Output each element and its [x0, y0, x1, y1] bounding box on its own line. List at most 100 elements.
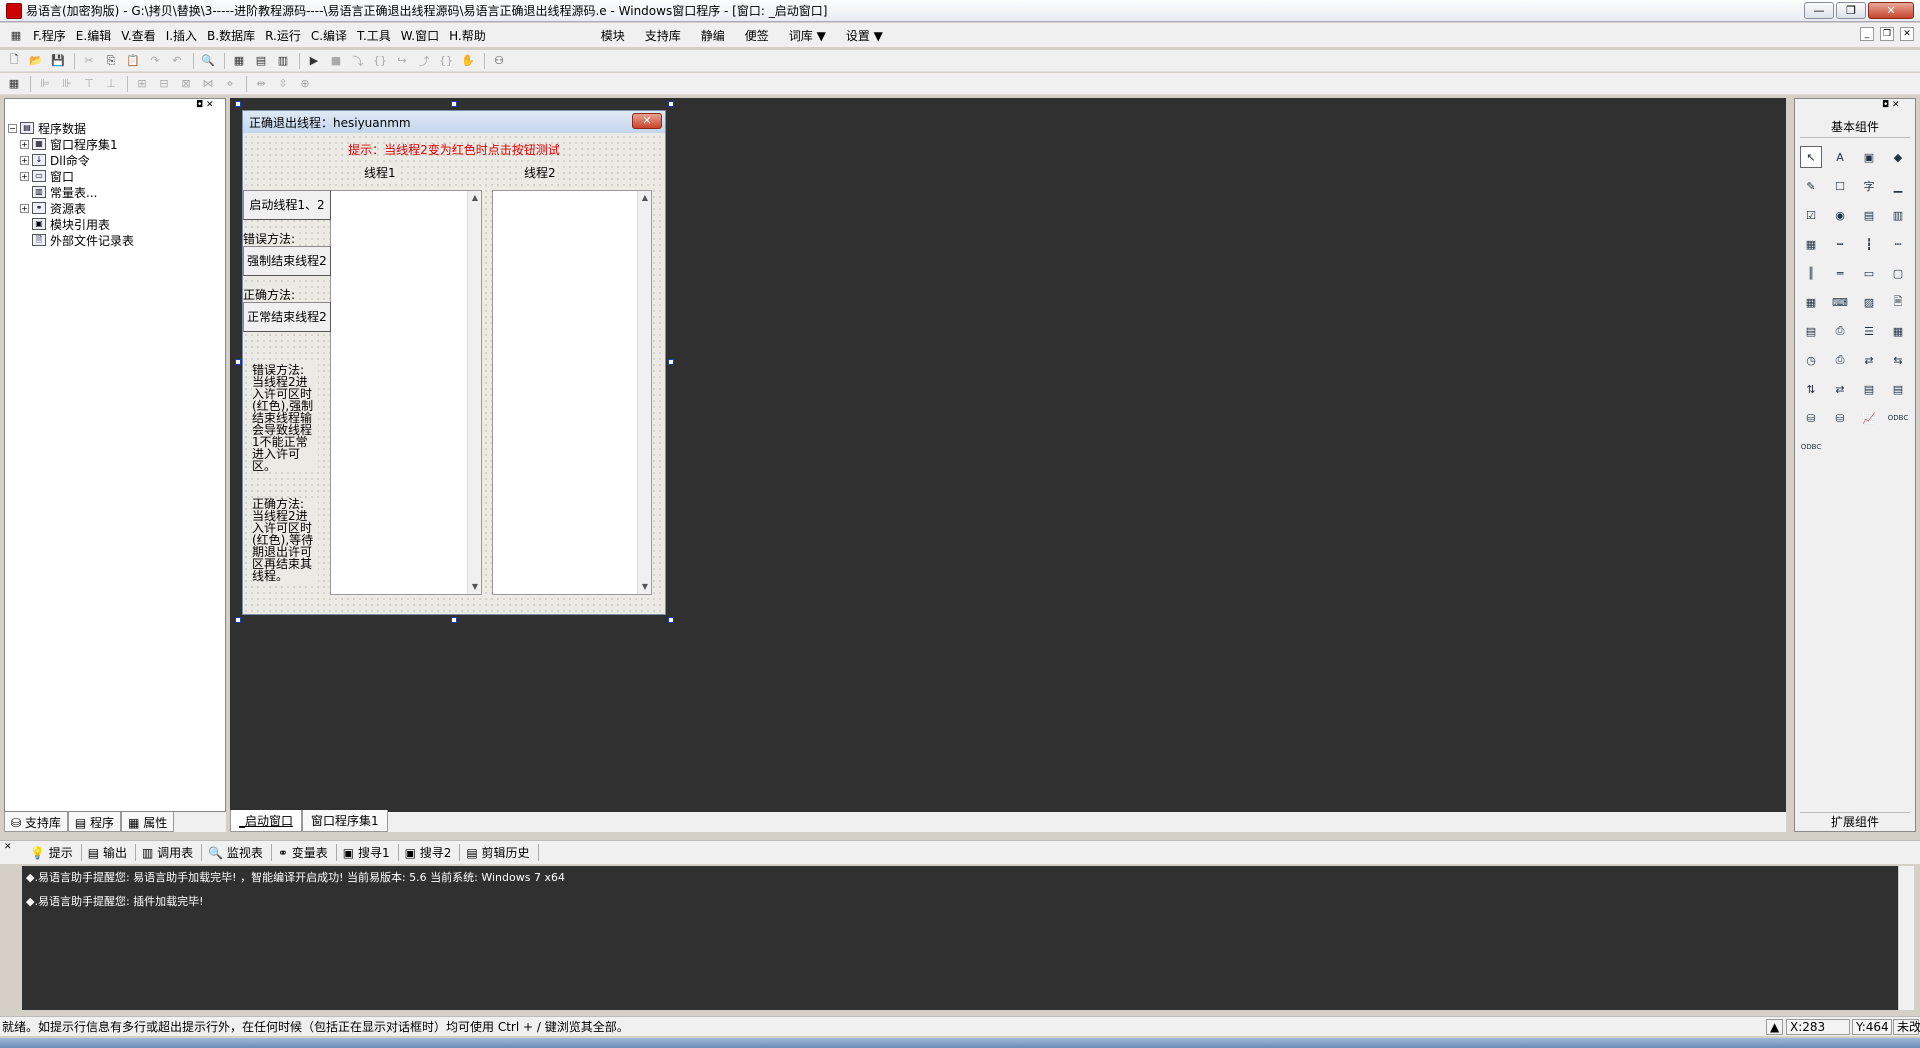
- chart-icon[interactable]: 📈: [1858, 407, 1880, 429]
- folder-icon[interactable]: ▨: [1858, 291, 1880, 313]
- thread1-listbox[interactable]: ▲ ▼: [330, 190, 482, 595]
- step4-icon[interactable]: ⤴: [414, 52, 434, 70]
- resize-handle[interactable]: [451, 101, 457, 107]
- richedit-icon[interactable]: ▤: [1887, 378, 1909, 400]
- step1-icon[interactable]: ⤵: [348, 52, 368, 70]
- thread2-listbox[interactable]: ▲ ▼: [492, 190, 652, 595]
- menu-program[interactable]: F.程序: [28, 27, 71, 44]
- picture-icon[interactable]: ▣: [1858, 146, 1880, 168]
- doc-close-icon[interactable]: ✕: [1900, 27, 1914, 41]
- table-icon[interactable]: ▤: [1800, 320, 1822, 342]
- tab-search2[interactable]: ▣ 搜寻2: [399, 844, 461, 861]
- tray-icon[interactable]: ⎙: [1829, 320, 1851, 342]
- scroll-down-icon[interactable]: ▼: [638, 580, 652, 594]
- grid-icon[interactable]: ▦: [4, 75, 24, 93]
- server-icon[interactable]: ⇄: [1829, 378, 1851, 400]
- align-bottom-icon[interactable]: ⊥: [101, 75, 121, 93]
- odbc2-icon[interactable]: ODBC: [1800, 436, 1822, 458]
- menu-static-compile[interactable]: 静编: [691, 27, 735, 44]
- tree-item-modules[interactable]: ▣ 模块引用表: [8, 216, 134, 232]
- center-v-icon[interactable]: ⇳: [273, 75, 293, 93]
- tab-watch[interactable]: 🔍 监视表: [202, 844, 272, 861]
- scroll-down-icon[interactable]: ▼: [468, 580, 482, 594]
- net-icon[interactable]: ⇄: [1858, 349, 1880, 371]
- tree-icon[interactable]: ☰: [1858, 320, 1880, 342]
- tab-icon[interactable]: ▭: [1858, 262, 1880, 284]
- menu-view[interactable]: V.查看: [116, 27, 160, 44]
- status-up-icon[interactable]: ▲: [1766, 1019, 1784, 1035]
- db-icon[interactable]: ⛁: [1800, 407, 1822, 429]
- printer-icon[interactable]: ⎙: [1829, 349, 1851, 371]
- hscroll-icon[interactable]: ┉: [1887, 233, 1909, 255]
- layout2-icon[interactable]: ▤: [251, 52, 271, 70]
- output-scrollbar[interactable]: [1898, 866, 1914, 1010]
- normal-end-thread2-button[interactable]: 正常结束线程2: [243, 302, 331, 332]
- combo-icon[interactable]: ▥: [1887, 204, 1909, 226]
- center-both-icon[interactable]: ⊕: [295, 75, 315, 93]
- odbc-icon[interactable]: ODBC: [1887, 407, 1909, 429]
- step5-icon[interactable]: {}: [436, 52, 456, 70]
- frame-icon[interactable]: ▢: [1887, 262, 1909, 284]
- tab-program[interactable]: ▤ 程序: [67, 812, 122, 832]
- output-body[interactable]: ◆.易语言助手提醒您: 易语言助手加载完毕! ，智能编译开启成功! 当前易版本:…: [22, 866, 1898, 1010]
- panel-pin-icon[interactable]: ◘ ✕: [196, 100, 214, 110]
- open-file-icon[interactable]: 📂: [26, 52, 46, 70]
- slider-icon[interactable]: ═: [1829, 262, 1851, 284]
- timer-icon[interactable]: ◷: [1800, 349, 1822, 371]
- scrollbar-icon[interactable]: ┇: [1858, 233, 1880, 255]
- shape-icon[interactable]: ◆: [1887, 146, 1909, 168]
- same-height-icon[interactable]: ⊟: [154, 75, 174, 93]
- char-icon[interactable]: 字: [1858, 175, 1880, 197]
- menu-support-lib[interactable]: 支持库: [635, 27, 691, 44]
- minimize-button[interactable]: —: [1804, 2, 1834, 19]
- menu-edit[interactable]: E.编辑: [71, 27, 116, 44]
- scroll-up-icon[interactable]: ▲: [638, 191, 652, 205]
- socket-icon[interactable]: ⇆: [1887, 349, 1909, 371]
- tree-item-dll[interactable]: + ↓ Dll命令: [8, 152, 134, 168]
- layout1-icon[interactable]: ▦: [229, 52, 249, 70]
- layout3-icon[interactable]: ▥: [273, 52, 293, 70]
- menu-window[interactable]: W.窗口: [396, 27, 444, 44]
- menu-tools[interactable]: T.工具: [352, 27, 396, 44]
- scroll-up-icon[interactable]: ▲: [468, 191, 482, 205]
- menu-database[interactable]: B.数据库: [202, 27, 260, 44]
- hand-icon[interactable]: ✋: [458, 52, 478, 70]
- new-file-icon[interactable]: 🗋: [4, 52, 24, 70]
- basic-components-header[interactable]: 基本组件: [1800, 118, 1910, 138]
- align-top-icon[interactable]: ⊤: [79, 75, 99, 93]
- v-space-icon[interactable]: ⋄: [220, 75, 240, 93]
- menu-insert[interactable]: I.插入: [161, 27, 202, 44]
- run-icon[interactable]: ▶: [304, 52, 324, 70]
- copy-icon[interactable]: ⎘: [101, 52, 121, 70]
- tab-call-stack[interactable]: ▥ 调用表: [136, 844, 203, 861]
- resize-handle[interactable]: [235, 101, 241, 107]
- align-left-icon[interactable]: ⊫: [35, 75, 55, 93]
- resize-handle[interactable]: [668, 101, 674, 107]
- menu-run[interactable]: R.运行: [260, 27, 306, 44]
- tab-properties[interactable]: ▦ 属性: [121, 812, 175, 832]
- undo-icon[interactable]: ↶: [167, 52, 187, 70]
- find-icon[interactable]: 🔍: [198, 52, 218, 70]
- radio-icon[interactable]: ◉: [1829, 204, 1851, 226]
- line-icon[interactable]: ▁: [1887, 175, 1909, 197]
- db2-icon[interactable]: ⛁: [1829, 407, 1851, 429]
- client-icon[interactable]: ⇅: [1800, 378, 1822, 400]
- panel-pin-icon[interactable]: ◘ ✕: [1882, 100, 1900, 110]
- step3-icon[interactable]: ↪: [392, 52, 412, 70]
- grid-icon[interactable]: ▦: [1800, 233, 1822, 255]
- tab-hint[interactable]: 💡 提示: [24, 844, 82, 861]
- tab-clip-history[interactable]: ▤ 剪辑历史: [460, 844, 539, 861]
- tree-item-constants[interactable]: ▥ 常量表...: [8, 184, 134, 200]
- output-close-icon[interactable]: ✕: [4, 842, 12, 852]
- extended-components-footer[interactable]: 扩展组件: [1800, 812, 1910, 830]
- tab-support-lib[interactable]: ⛁ 支持库: [4, 812, 68, 832]
- tab-variables[interactable]: ⚭ 变量表: [272, 844, 337, 861]
- thread1-scrollbar[interactable]: ▲ ▼: [467, 191, 481, 594]
- hotkey-icon[interactable]: ⌨: [1829, 291, 1851, 313]
- save-icon[interactable]: 💾: [48, 52, 68, 70]
- doc-restore-icon[interactable]: ❐: [1880, 27, 1894, 41]
- panel-icon[interactable]: ▦: [1887, 320, 1909, 342]
- h-space-icon[interactable]: ⋈: [198, 75, 218, 93]
- checkmark-icon[interactable]: ☑: [1800, 204, 1822, 226]
- label-icon[interactable]: A: [1829, 146, 1851, 168]
